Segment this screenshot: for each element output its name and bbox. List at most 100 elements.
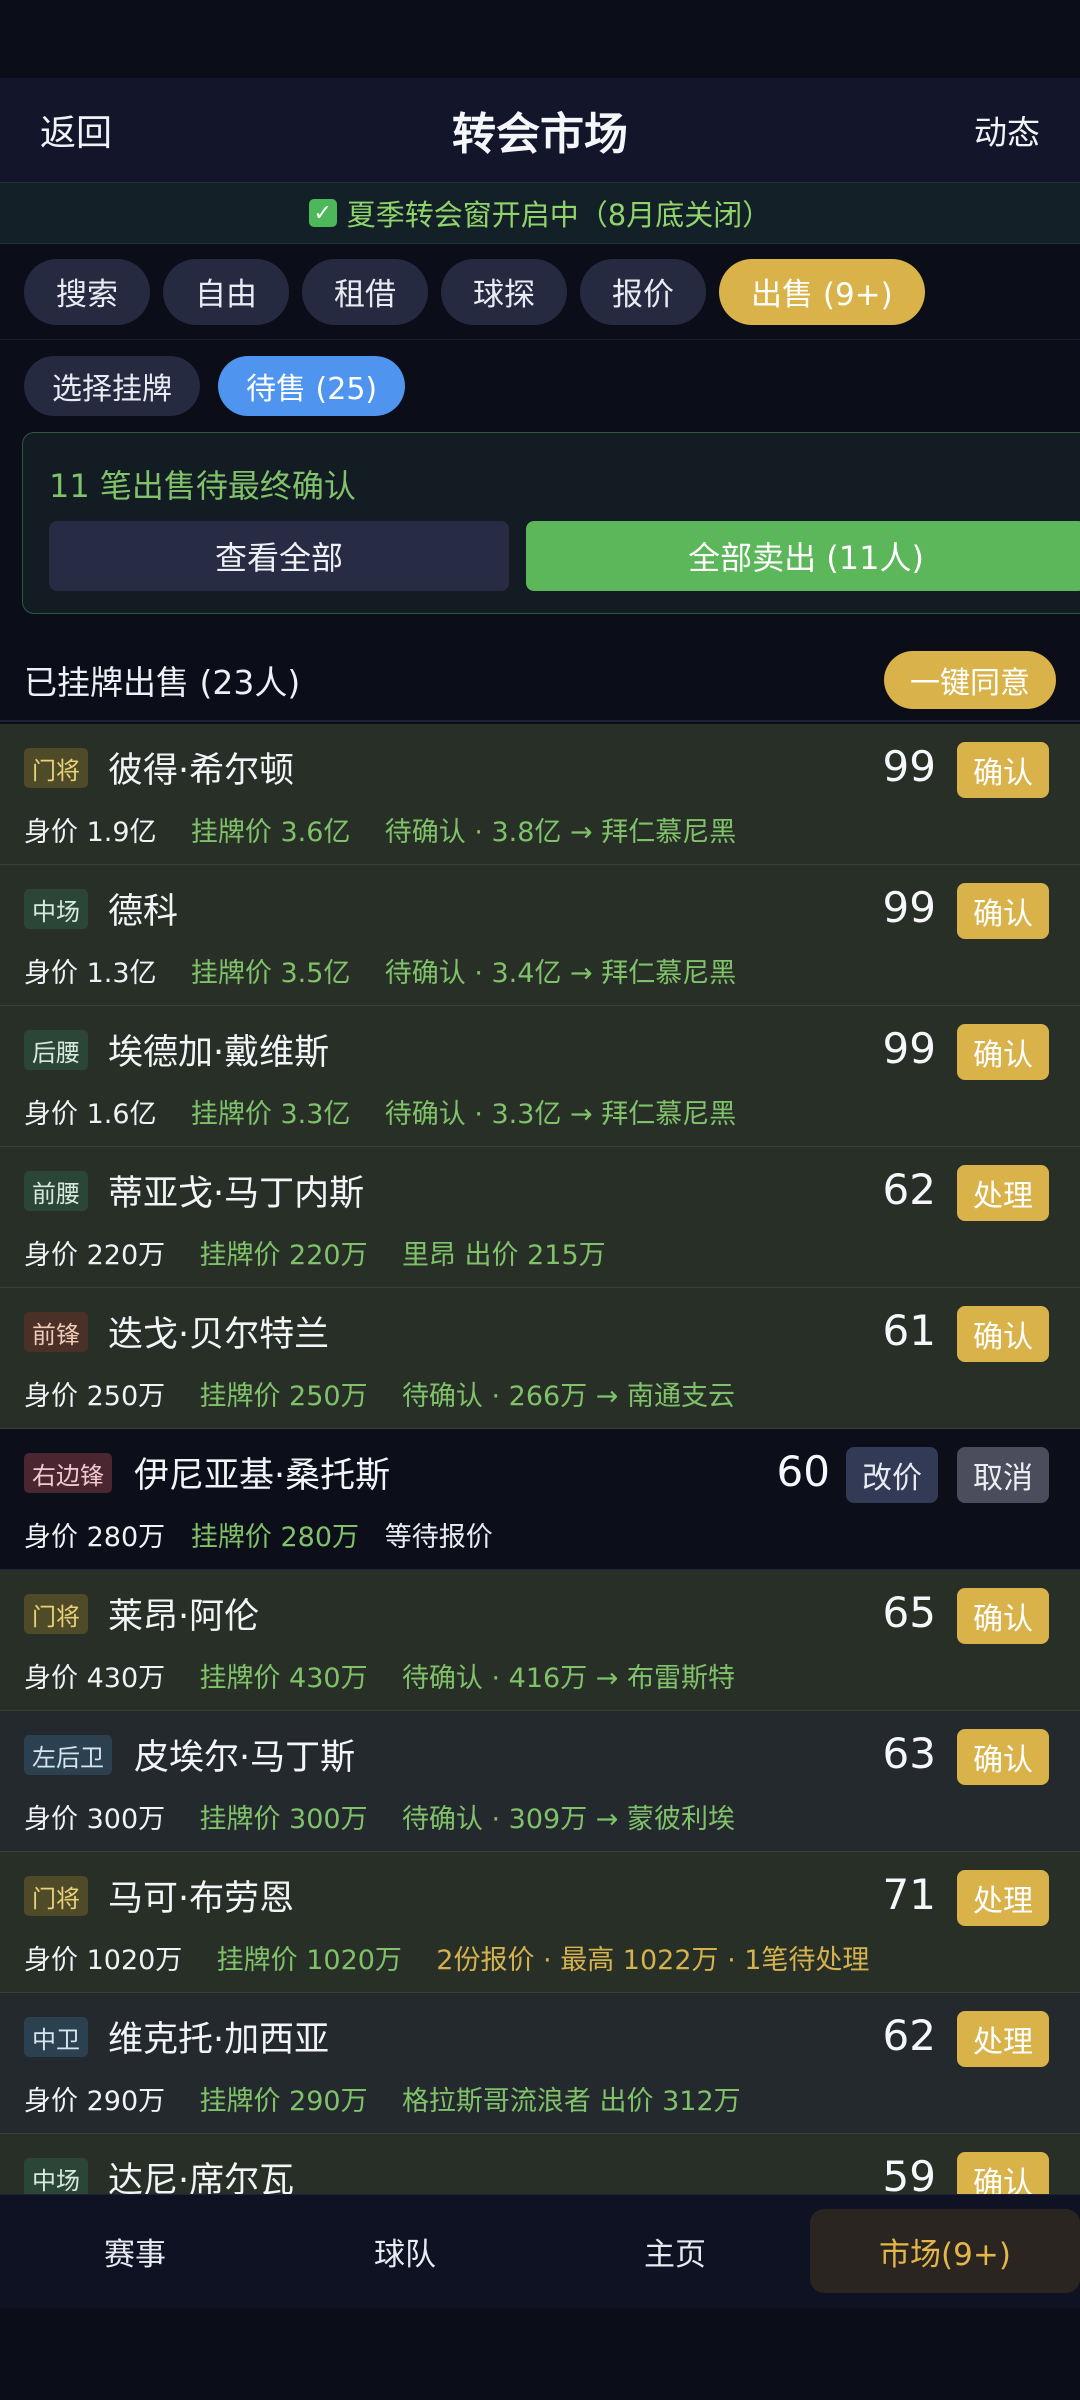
player-rating: 59 <box>882 2152 936 2194</box>
listed-price: 挂牌价 250万 <box>199 1381 368 1412</box>
player-details: 身价 1.9亿 挂牌价 3.6亿 待确认 · 3.8亿 → 拜仁慕尼黑 <box>24 810 736 849</box>
system-nav-area <box>0 2308 1080 2400</box>
list-item[interactable]: 左后卫 皮埃尔·马丁斯 63 确认 身价 300万 挂牌价 300万 待确认 ·… <box>0 1711 1080 1852</box>
tab-sell[interactable]: 出售 (9+) <box>719 258 925 325</box>
player-details: 身价 220万 挂牌价 220万 里昂 出价 215万 <box>24 1233 606 1272</box>
player-rating: 61 <box>882 1306 936 1355</box>
tab-loan[interactable]: 租借 <box>302 258 428 325</box>
sell-subtabs: 选择挂牌 待售 (25) <box>24 356 406 416</box>
position-badge: 后腰 <box>24 1030 88 1070</box>
sale-status: 待确认 · 3.3亿 → 拜仁慕尼黑 <box>384 1099 737 1130</box>
change-price-button[interactable]: 改价 <box>846 1447 938 1503</box>
subtab-for-sale[interactable]: 待售 (25) <box>218 356 406 416</box>
pending-confirm-message: 11 笔出售待最终确认 <box>49 467 356 505</box>
player-name: 达尼·席尔瓦 <box>108 2161 295 2194</box>
player-name: 莱昂·阿伦 <box>108 1597 260 1637</box>
player-rating: 60 <box>776 1447 830 1496</box>
activity-button[interactable]: 动态 <box>974 106 1040 154</box>
listed-price: 挂牌价 300万 <box>199 1804 368 1835</box>
confirm-button[interactable]: 确认 <box>957 742 1049 798</box>
position-badge: 右边锋 <box>24 1453 112 1493</box>
tab-free[interactable]: 自由 <box>163 258 289 325</box>
position-badge: 门将 <box>24 1594 88 1634</box>
list-item[interactable]: 右边锋 伊尼亚基·桑托斯 60 改价 取消 身价 280万 挂牌价 280万 等… <box>0 1429 1080 1570</box>
listed-price: 挂牌价 430万 <box>199 1663 368 1694</box>
list-item[interactable]: 前锋 迭戈·贝尔特兰 61 确认 身价 250万 挂牌价 250万 待确认 · … <box>0 1288 1080 1429</box>
player-rating: 63 <box>882 1729 936 1778</box>
market-value: 身价 430万 <box>24 1663 166 1694</box>
position-badge: 门将 <box>24 748 88 788</box>
player-details: 身价 1.3亿 挂牌价 3.5亿 待确认 · 3.4亿 → 拜仁慕尼黑 <box>24 951 736 990</box>
market-tabs: 搜索 自由 租借 球探 报价 出售 (9+) <box>0 244 1080 340</box>
confirm-button[interactable]: 确认 <box>957 1729 1049 1785</box>
player-details: 身价 250万 挂牌价 250万 待确认 · 266万 → 南通支云 <box>24 1374 735 1413</box>
player-rating: 62 <box>882 2011 936 2060</box>
confirm-button[interactable]: 确认 <box>957 2152 1049 2194</box>
list-item[interactable]: 后腰 埃德加·戴维斯 99 确认 身价 1.6亿 挂牌价 3.3亿 待确认 · … <box>0 1006 1080 1147</box>
player-list: 门将 彼得·希尔顿 99 确认 身价 1.9亿 挂牌价 3.6亿 待确认 · 3… <box>0 724 1080 2194</box>
tab-scout[interactable]: 球探 <box>441 258 567 325</box>
sell-all-button[interactable]: 全部卖出 (11人) <box>526 521 1080 591</box>
listed-price: 挂牌价 3.3亿 <box>190 1099 351 1130</box>
transfer-market-screen: 返回 转会市场 动态 ✓ 夏季转会窗开启中（8月底关闭） 搜索 自由 租借 球探… <box>0 0 1080 2400</box>
tab-offers[interactable]: 报价 <box>580 258 706 325</box>
market-value: 身价 290万 <box>24 2086 166 2117</box>
sale-status: 待确认 · 3.8亿 → 拜仁慕尼黑 <box>384 817 737 848</box>
player-name: 马可·布劳恩 <box>108 1879 295 1919</box>
cancel-listing-button[interactable]: 取消 <box>957 1447 1049 1503</box>
listed-price: 挂牌价 3.5亿 <box>190 958 351 989</box>
player-details: 身价 290万 挂牌价 290万 格拉斯哥流浪者 出价 312万 <box>24 2079 741 2118</box>
position-badge: 中场 <box>24 2158 88 2194</box>
listed-title: 已挂牌出售 (23人) <box>24 663 301 702</box>
list-item[interactable]: 门将 莱昂·阿伦 65 确认 身价 430万 挂牌价 430万 待确认 · 41… <box>0 1570 1080 1711</box>
confirm-button[interactable]: 确认 <box>957 883 1049 939</box>
subtab-choose-listing[interactable]: 选择挂牌 <box>24 356 200 416</box>
list-item[interactable]: 中场 达尼·席尔瓦 59 确认 <box>0 2134 1080 2194</box>
market-value: 身价 1.3亿 <box>24 958 157 989</box>
page-title: 转会市场 <box>452 109 628 160</box>
player-details: 身价 280万 挂牌价 280万 等待报价 <box>24 1515 493 1554</box>
list-item[interactable]: 门将 马可·布劳恩 71 处理 身价 1020万 挂牌价 1020万 2份报价 … <box>0 1852 1080 1993</box>
player-name: 皮埃尔·马丁斯 <box>134 1738 356 1778</box>
player-rating: 99 <box>882 1024 936 1073</box>
handle-button[interactable]: 处理 <box>957 1870 1049 1926</box>
handle-button[interactable]: 处理 <box>957 1165 1049 1221</box>
listed-price: 挂牌价 280万 <box>190 1522 359 1553</box>
back-button[interactable]: 返回 <box>40 104 112 156</box>
market-value: 身价 250万 <box>24 1381 166 1412</box>
player-details: 身价 430万 挂牌价 430万 待确认 · 416万 → 布雷斯特 <box>24 1656 735 1695</box>
position-badge: 门将 <box>24 1876 88 1916</box>
handle-button[interactable]: 处理 <box>957 2011 1049 2067</box>
agree-all-button[interactable]: 一键同意 <box>884 651 1056 709</box>
market-value: 身价 1.9亿 <box>24 817 157 848</box>
listed-price: 挂牌价 1020万 <box>216 1945 402 1976</box>
sale-status: 里昂 出价 215万 <box>401 1240 606 1271</box>
list-item[interactable]: 前腰 蒂亚戈·马丁内斯 62 处理 身价 220万 挂牌价 220万 里昂 出价… <box>0 1147 1080 1288</box>
pending-confirm-panel: 11 笔出售待最终确认 查看全部 全部卖出 (11人) <box>22 432 1080 614</box>
check-icon: ✓ <box>308 199 337 227</box>
nav-team[interactable]: 球队 <box>270 2209 540 2293</box>
confirm-button[interactable]: 确认 <box>957 1588 1049 1644</box>
position-badge: 前腰 <box>24 1171 88 1211</box>
banner-text: 夏季转会窗开启中（8月底关闭） <box>346 198 772 232</box>
player-rating: 62 <box>882 1165 936 1214</box>
list-item[interactable]: 中卫 维克托·加西亚 62 处理 身价 290万 挂牌价 290万 格拉斯哥流浪… <box>0 1993 1080 2134</box>
list-item[interactable]: 门将 彼得·希尔顿 99 确认 身价 1.9亿 挂牌价 3.6亿 待确认 · 3… <box>0 724 1080 865</box>
top-bar: 返回 转会市场 动态 <box>0 78 1080 182</box>
list-item[interactable]: 中场 德科 99 确认 身价 1.3亿 挂牌价 3.5亿 待确认 · 3.4亿 … <box>0 865 1080 1006</box>
nav-matches[interactable]: 赛事 <box>0 2209 270 2293</box>
position-badge: 左后卫 <box>24 1735 112 1775</box>
confirm-button[interactable]: 确认 <box>957 1024 1049 1080</box>
market-value: 身价 300万 <box>24 1804 166 1835</box>
market-value: 身价 1.6亿 <box>24 1099 157 1130</box>
player-name: 蒂亚戈·马丁内斯 <box>108 1174 365 1214</box>
tab-search[interactable]: 搜索 <box>24 258 150 325</box>
nav-home[interactable]: 主页 <box>540 2209 810 2293</box>
listed-price: 挂牌价 3.6亿 <box>190 817 351 848</box>
nav-market[interactable]: 市场(9+) <box>810 2209 1080 2293</box>
view-all-button[interactable]: 查看全部 <box>49 521 509 591</box>
player-rating: 99 <box>882 883 936 932</box>
confirm-button[interactable]: 确认 <box>957 1306 1049 1362</box>
player-name: 彼得·希尔顿 <box>108 751 295 791</box>
player-name: 德科 <box>108 892 179 932</box>
